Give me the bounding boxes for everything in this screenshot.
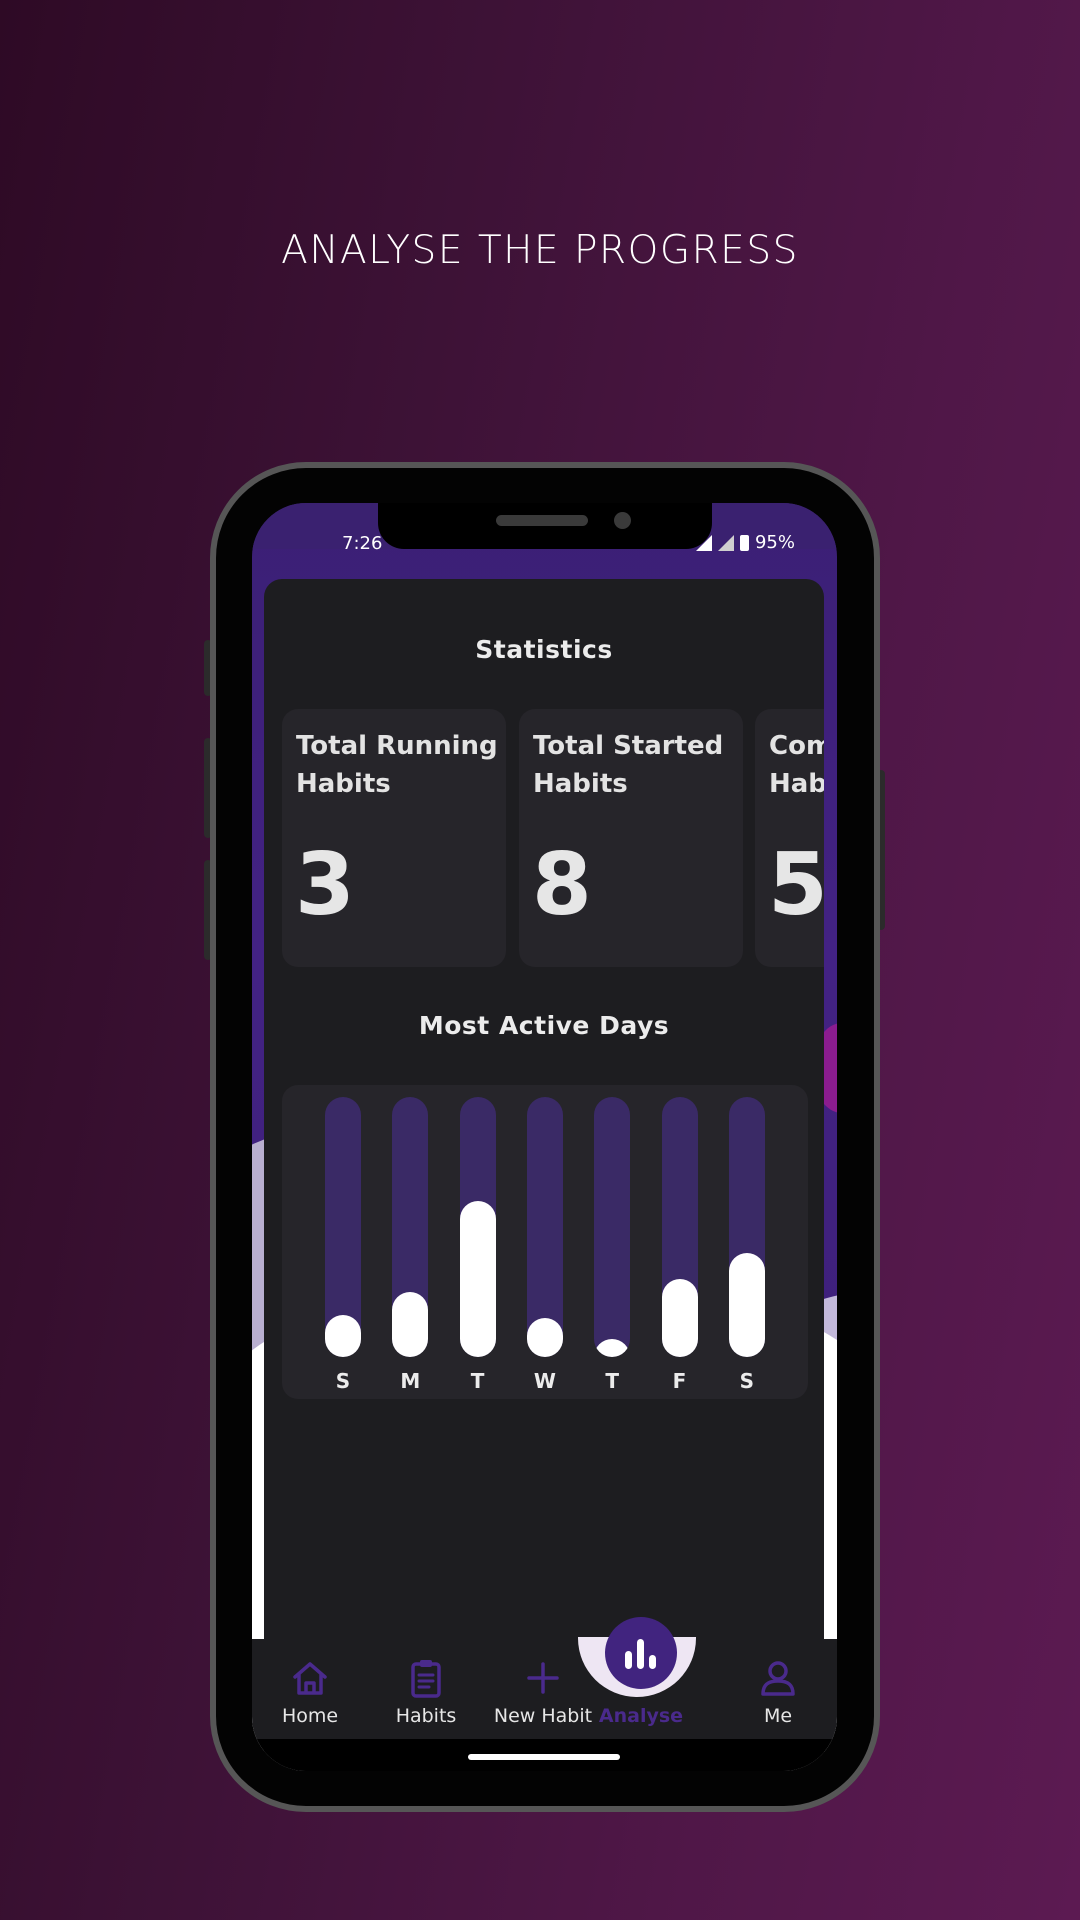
statistics-card: Statistics Total Running Habits 3 Total … [264, 579, 824, 1771]
stat-card-completed[interactable]: Com Habi 5 [755, 709, 824, 967]
chart-day-label: S [739, 1369, 754, 1393]
stat-value: 3 [295, 835, 355, 935]
chart-bar-track [594, 1097, 631, 1357]
stat-label: Com Habi [769, 731, 824, 799]
chart-day-label: T [605, 1369, 620, 1393]
chart-bar-track [728, 1097, 765, 1357]
analyse-fab-button[interactable] [605, 1617, 677, 1689]
status-icons: 95% [695, 532, 795, 553]
person-icon [761, 1661, 795, 1696]
chart-bar [661, 1279, 698, 1357]
phone-screen: 7:26 95% Statistics Total Running Habits… [252, 503, 837, 1771]
headline: ANALYSE THE PROGRESS [281, 228, 799, 273]
home-indicator[interactable] [468, 1754, 620, 1760]
nav-item-me[interactable]: Me [720, 1657, 836, 1727]
chart-day-label: M [400, 1369, 421, 1393]
chart-bar [325, 1315, 361, 1357]
stat-label: Total Running Habits [296, 731, 498, 799]
speaker-grille [496, 515, 588, 526]
front-camera [614, 512, 631, 529]
stat-value: 5 [768, 835, 824, 935]
battery-percent: 95% [754, 532, 795, 553]
nav-label: Home [281, 1705, 339, 1727]
chart-bar [392, 1292, 429, 1357]
statistics-title: Statistics [475, 635, 613, 664]
chart-bar-track [459, 1097, 496, 1357]
chart-day-label: S [335, 1369, 351, 1393]
stat-card-running[interactable]: Total Running Habits 3 [282, 709, 506, 967]
stat-cards-row[interactable]: Total Running Habits 3 Total Started Hab… [282, 709, 824, 969]
chart-day-label: T [470, 1369, 485, 1393]
status-time: 7:26 [342, 533, 383, 554]
chart-bar-track [325, 1097, 361, 1357]
bottom-navigation: Home Habits New Habit Analyse Me [252, 1617, 837, 1739]
chart-day-label: F [672, 1369, 687, 1393]
home-icon [293, 1662, 327, 1695]
chart-bar [728, 1253, 765, 1357]
plus-icon [527, 1662, 559, 1694]
stat-value: 8 [532, 835, 592, 935]
nav-item-habits[interactable]: Habits [368, 1657, 484, 1727]
nav-item-analyse[interactable]: Analyse [583, 1705, 699, 1727]
chart-bar [459, 1201, 496, 1357]
camera-notch [378, 503, 712, 549]
nav-label: New Habit [493, 1705, 593, 1727]
battery-icon [739, 534, 749, 551]
chart-day-label: W [533, 1369, 556, 1393]
bar-chart-icon [625, 1639, 656, 1669]
chart-bar-track [526, 1097, 563, 1357]
chart-bar [594, 1338, 631, 1357]
nav-label: Me [763, 1705, 793, 1727]
most-active-days-chart: SMTWTFS [282, 1085, 808, 1399]
chart-bar-track [661, 1097, 698, 1357]
stat-label: Total Started Habits [533, 731, 724, 799]
most-active-days-title: Most Active Days [418, 1011, 670, 1040]
nav-label: Habits [395, 1705, 457, 1727]
stat-card-started[interactable]: Total Started Habits 8 [519, 709, 743, 967]
signal-icon [717, 534, 734, 551]
clipboard-icon [411, 1660, 441, 1698]
chart-bar [526, 1318, 563, 1357]
nav-label: Analyse [598, 1705, 684, 1727]
nav-item-home[interactable]: Home [252, 1657, 368, 1727]
chart-bar-track [392, 1097, 429, 1357]
